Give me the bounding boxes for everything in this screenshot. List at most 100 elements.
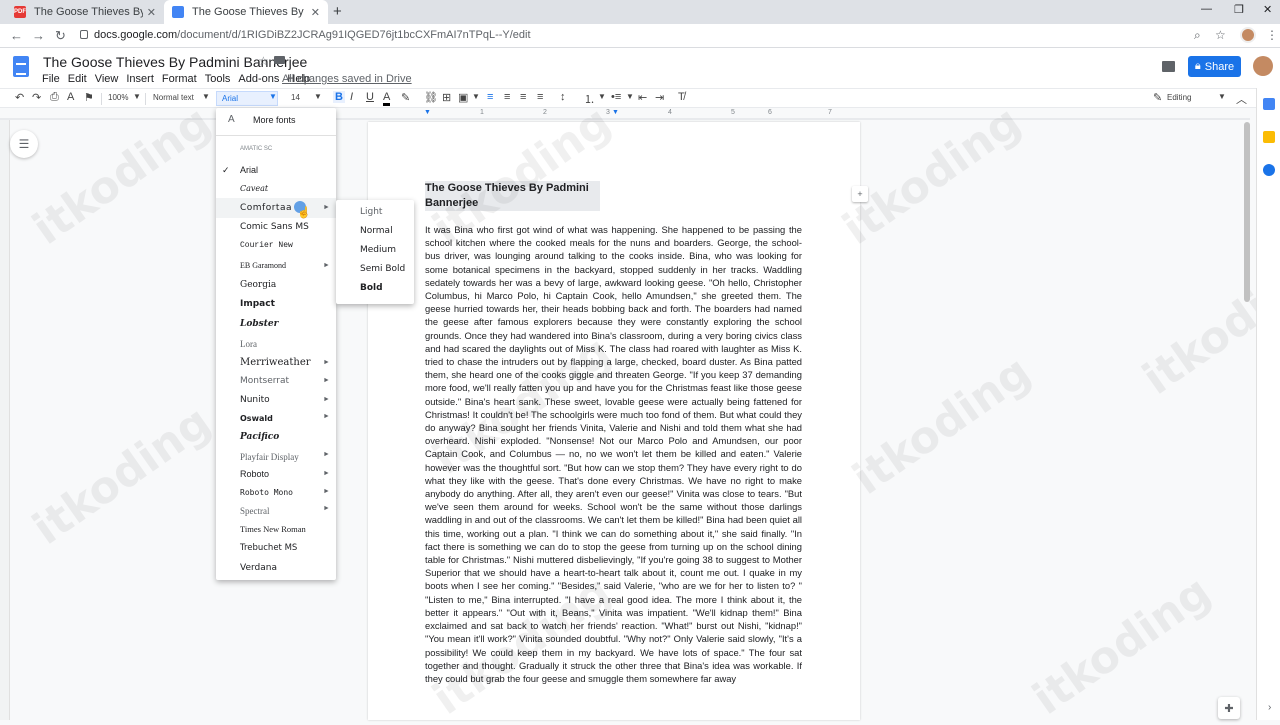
document-outline-icon[interactable]: ☰ (10, 130, 38, 158)
tasks-icon[interactable] (1263, 164, 1275, 176)
new-tab-icon[interactable]: + (333, 3, 342, 20)
menu-tools[interactable]: Tools (205, 73, 231, 85)
align-right-icon[interactable]: ≡ (520, 91, 526, 103)
menu-view[interactable]: View (95, 73, 119, 85)
menu-addons[interactable]: Add-ons (238, 73, 279, 85)
redo-icon[interactable]: ↷ (32, 91, 41, 104)
font-item-nunito[interactable]: Nunito (240, 395, 270, 405)
font-item-verdana[interactable]: Verdana (240, 563, 277, 573)
weight-medium[interactable]: Medium (360, 245, 396, 255)
underline-icon[interactable]: U (366, 91, 374, 103)
font-item-arial[interactable]: Arial (240, 165, 258, 175)
comments-icon[interactable] (1162, 61, 1175, 72)
text-color-icon[interactable]: A (383, 91, 391, 106)
font-item-times-new-roman[interactable]: Times New Roman (240, 524, 306, 534)
zoom-select[interactable]: 100% (108, 93, 128, 102)
font-item-trebuchet[interactable]: Trebuchet MS (240, 543, 297, 553)
font-item-caveat[interactable]: Caveat (240, 184, 268, 193)
profile-avatar[interactable] (1240, 27, 1256, 43)
maximize-icon[interactable]: ❐ (1234, 3, 1244, 16)
explore-icon[interactable]: ✚ (1218, 697, 1240, 719)
spellcheck-icon[interactable]: A (67, 91, 74, 103)
weight-bold[interactable]: Bold (360, 283, 383, 293)
account-avatar[interactable] (1253, 56, 1273, 76)
chevron-up-icon[interactable]: ︿ (1236, 91, 1247, 107)
font-item-roboto-mono[interactable]: Roboto Mono (240, 488, 293, 497)
right-indent-marker-icon[interactable]: ▼ (612, 109, 619, 116)
reload-icon[interactable]: ↻ (55, 28, 66, 44)
folder-icon[interactable] (274, 56, 285, 64)
close-icon[interactable]: ✕ (147, 6, 156, 19)
save-status[interactable]: All changes saved in Drive (282, 73, 412, 85)
style-select[interactable]: Normal text (153, 93, 194, 102)
url-field[interactable]: docs.google.com/document/d/1RIGDiBZ2JCRA… (94, 29, 531, 41)
bold-icon[interactable]: B (333, 91, 345, 103)
close-icon[interactable]: ✕ (311, 6, 320, 19)
editing-mode-select[interactable]: Editing (1167, 93, 1191, 102)
back-icon[interactable]: ← (10, 28, 23, 43)
align-center-icon[interactable]: ≡ (504, 91, 510, 103)
scrollbar[interactable] (1244, 122, 1250, 302)
browser-tab-docs[interactable]: The Goose Thieves By Padmini Ba ✕ (164, 0, 328, 24)
document-page[interactable]: The Goose Thieves By Padmini Bannerjee I… (368, 122, 860, 720)
menu-insert[interactable]: Insert (126, 73, 154, 85)
link-icon[interactable]: ⛓ (424, 91, 438, 104)
font-item-impact[interactable]: Impact (240, 299, 275, 309)
font-item-eb-garamond[interactable]: EB Garamond (240, 261, 286, 270)
weight-light[interactable]: Light (360, 207, 382, 217)
align-left-icon[interactable]: ≡ (487, 91, 493, 103)
font-item-roboto[interactable]: Roboto (240, 469, 269, 479)
document-body[interactable]: It was Bina who first got wind of what w… (425, 223, 802, 685)
browser-tab-pdf[interactable]: PDF The Goose Thieves By Padmini Ba ✕ (6, 0, 164, 24)
insert-comment-icon[interactable]: ⊞ (442, 91, 451, 104)
star-icon[interactable]: ☆ (1215, 28, 1226, 42)
window-close-icon[interactable]: ✕ (1263, 3, 1272, 16)
document-heading[interactable]: The Goose Thieves By Padmini Bannerjee (425, 181, 600, 211)
print-icon[interactable]: ⎙ (50, 91, 59, 104)
font-item-playfair-display[interactable]: Playfair Display (240, 452, 299, 462)
insert-image-icon[interactable]: ▣ (458, 91, 468, 104)
justify-icon[interactable]: ≡ (537, 91, 543, 103)
numbered-list-icon[interactable]: ⒈ (584, 91, 595, 107)
bulleted-list-icon[interactable]: •≡ (611, 91, 621, 103)
more-fonts-item[interactable]: More fonts (253, 115, 296, 125)
chevron-right-icon[interactable]: › (1268, 702, 1271, 713)
font-item-lobster[interactable]: Lobster (240, 319, 278, 329)
font-item-montserrat[interactable]: Montserrat (240, 376, 289, 386)
menu-file[interactable]: File (42, 73, 60, 85)
horizontal-ruler[interactable]: ▼ 1 2 3 ▼ 4 5 6 7 (368, 109, 860, 119)
increase-indent-icon[interactable]: ⇥ (655, 91, 664, 104)
weight-semi-bold[interactable]: Semi Bold (360, 264, 405, 274)
font-item-georgia[interactable]: Georgia (240, 280, 276, 290)
calendar-icon[interactable] (1263, 98, 1275, 110)
add-comment-icon[interactable]: + (852, 186, 868, 202)
font-item-courier-new[interactable]: Courier New (240, 241, 293, 250)
font-item-oswald[interactable]: Oswald (240, 414, 273, 423)
more-icon[interactable]: ⋮ (1266, 28, 1278, 42)
paint-format-icon[interactable]: ⚑ (84, 91, 94, 104)
font-item-comic-sans[interactable]: Comic Sans MS (240, 222, 309, 232)
highlight-icon[interactable]: ✎ (401, 91, 410, 104)
font-item-merriweather[interactable]: Merriweather (240, 357, 311, 368)
clear-formatting-icon[interactable]: T̸ (678, 91, 685, 103)
font-item-spectral[interactable]: Spectral (240, 506, 270, 516)
font-item-comfortaa[interactable]: Comfortaa (240, 203, 292, 213)
share-button[interactable]: 🔒︎ Share (1188, 56, 1241, 77)
forward-icon[interactable]: → (32, 28, 45, 43)
indent-marker-icon[interactable]: ▼ (424, 109, 431, 116)
font-size-select[interactable]: 14 (291, 93, 300, 102)
docs-logo-icon[interactable] (13, 56, 29, 77)
line-spacing-icon[interactable]: ↕ (560, 91, 566, 103)
keep-icon[interactable] (1263, 131, 1275, 143)
search-icon[interactable]: ⌕ (1194, 28, 1201, 43)
menu-edit[interactable]: Edit (68, 73, 87, 85)
italic-icon[interactable]: I (350, 91, 353, 103)
menu-format[interactable]: Format (162, 73, 197, 85)
star-icon[interactable]: ☆ (258, 54, 269, 68)
undo-icon[interactable]: ↶ (15, 91, 24, 104)
minimize-icon[interactable]: — (1201, 3, 1212, 15)
decrease-indent-icon[interactable]: ⇤ (638, 91, 647, 104)
weight-normal[interactable]: Normal (360, 226, 393, 236)
font-item-pacifico[interactable]: Pacifico (240, 432, 279, 442)
font-item-lora[interactable]: Lora (240, 339, 257, 349)
